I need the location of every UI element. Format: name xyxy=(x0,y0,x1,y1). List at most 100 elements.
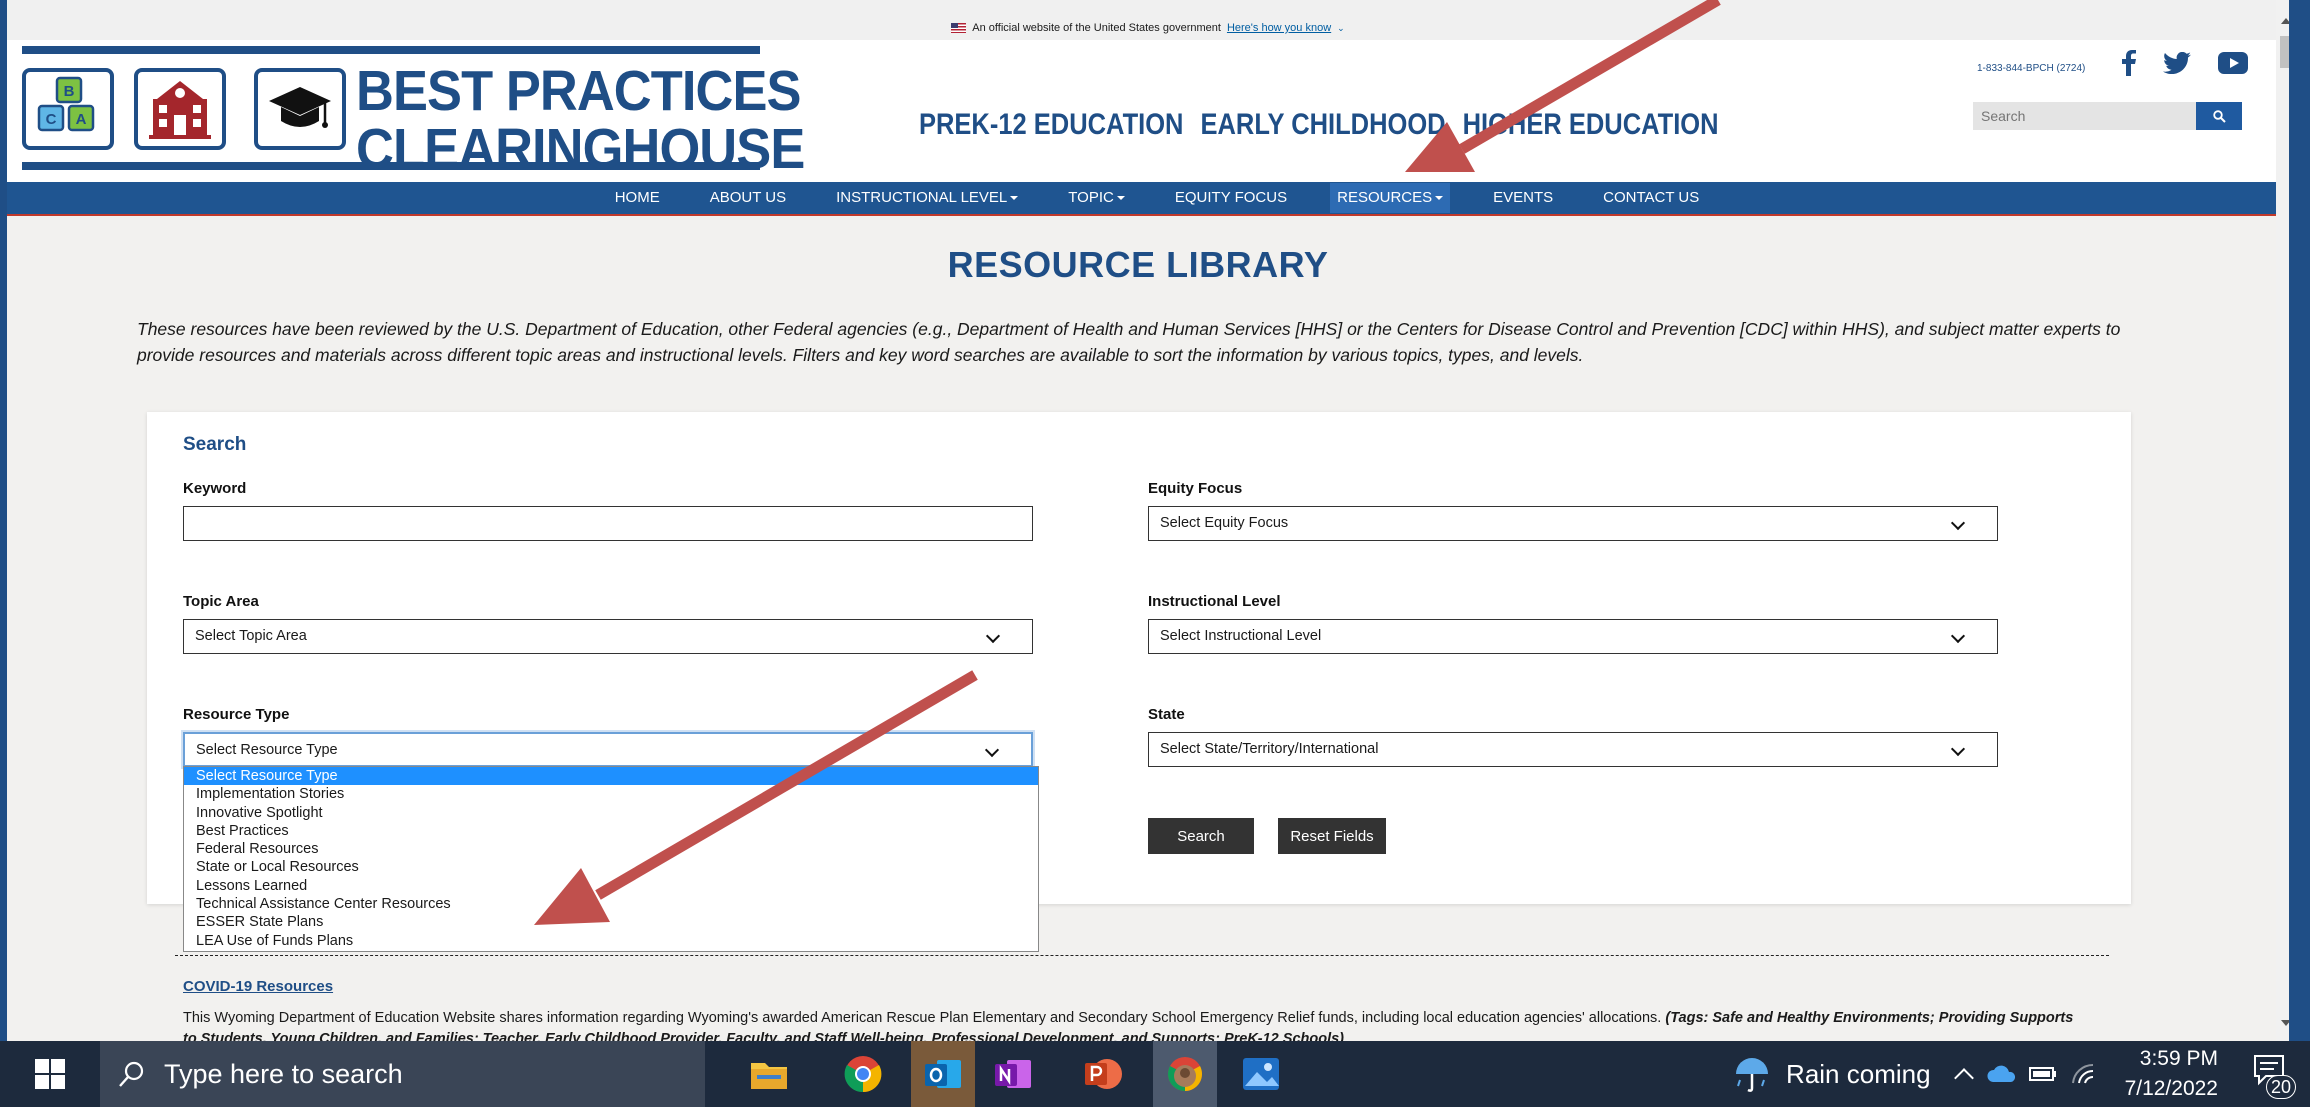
school-building-icon xyxy=(134,68,226,150)
resource-type-label: Resource Type xyxy=(183,706,290,723)
taskbar-search-placeholder: Type here to search xyxy=(164,1058,403,1089)
nav-resources-label: RESOURCES xyxy=(1337,189,1433,206)
outlook-icon[interactable] xyxy=(911,1041,975,1107)
search-card-title: Search xyxy=(183,434,247,455)
nav-equity-focus[interactable]: EQUITY FOCUS xyxy=(1150,183,1312,213)
us-flag-icon xyxy=(951,23,967,33)
search-button[interactable]: Search xyxy=(1148,818,1254,854)
battery-icon[interactable] xyxy=(2028,1066,2057,1082)
blocks-icon: B C A xyxy=(22,68,114,150)
search-icon xyxy=(2212,109,2226,123)
dropdown-option[interactable]: Implementation Stories xyxy=(184,785,1038,803)
nav-resources[interactable]: RESOURCES xyxy=(1330,183,1451,213)
windows-start-icon[interactable] xyxy=(0,1041,100,1107)
keyword-label: Keyword xyxy=(183,480,247,497)
dropdown-option[interactable]: State or Local Resources xyxy=(184,858,1038,876)
level-links: PREK-12 EDUCATION EARLY CHILDHOOD HIGHER… xyxy=(919,108,1719,142)
page-intro: These resources have been reviewed by th… xyxy=(137,319,2121,365)
page-title: RESOURCE LIBRARY xyxy=(947,244,1329,285)
chrome-profile-icon[interactable] xyxy=(1153,1041,1217,1107)
onedrive-icon[interactable] xyxy=(1985,1064,2017,1084)
result-description: This Wyoming Department of Education Web… xyxy=(183,1008,2083,1041)
search-icon xyxy=(119,1061,144,1087)
topic-area-label: Topic Area xyxy=(183,593,259,610)
equity-focus-select[interactable]: Select Equity Focus xyxy=(1148,506,1998,541)
logo-line2: CLEARINGHOUSE xyxy=(356,117,805,181)
svg-text:A: A xyxy=(76,111,87,128)
nav-home[interactable]: HOME xyxy=(590,183,685,213)
powerpoint-icon[interactable] xyxy=(1071,1041,1135,1107)
nav-contact-label: CONTACT US xyxy=(1603,189,1700,206)
dropdown-option[interactable]: Select Resource Type xyxy=(184,767,1038,786)
equity-focus-value: Select Equity Focus xyxy=(1160,515,1289,531)
photos-icon[interactable] xyxy=(1229,1041,1293,1107)
caret-down-icon xyxy=(1010,196,1019,201)
youtube-icon[interactable] xyxy=(2218,48,2248,78)
dropdown-option[interactable]: LEA Use of Funds Plans xyxy=(184,932,1038,950)
file-explorer-icon[interactable] xyxy=(737,1041,801,1107)
facebook-icon[interactable] xyxy=(2114,48,2144,78)
phone-number[interactable]: 1-833-844-BPCH (2724) xyxy=(1977,63,2085,74)
browser-top-strip xyxy=(7,0,2289,16)
scroll-up-arrow-icon[interactable] xyxy=(2281,18,2289,24)
nav-instructional-level[interactable]: INSTRUCTIONAL LEVEL xyxy=(811,183,1043,213)
chevron-down-icon xyxy=(985,628,1001,644)
page-scrollbar[interactable] xyxy=(2276,0,2289,1041)
result-title-link[interactable]: COVID-19 Resources xyxy=(183,978,333,995)
level-higher-education-link[interactable]: HIGHER EDUCATION xyxy=(1463,108,1719,142)
umbrella-icon xyxy=(1736,1058,1769,1092)
browser-viewport: An official website of the United States… xyxy=(7,0,2289,1041)
dropdown-option[interactable]: Best Practices xyxy=(184,822,1038,840)
topic-area-value: Select Topic Area xyxy=(195,628,307,644)
site-search-button[interactable] xyxy=(2196,102,2242,130)
dropdown-option[interactable]: Federal Resources xyxy=(184,840,1038,858)
resource-type-select[interactable]: Select Resource Type xyxy=(183,732,1033,767)
chrome-icon[interactable] xyxy=(831,1041,895,1107)
wifi-icon[interactable] xyxy=(2071,1063,2097,1085)
onenote-icon[interactable] xyxy=(981,1041,1045,1107)
nav-instructional-label: INSTRUCTIONAL LEVEL xyxy=(836,189,1008,206)
gov-banner-text: An official website of the United States… xyxy=(972,22,1221,34)
nav-topic[interactable]: TOPIC xyxy=(1043,183,1150,213)
nav-about-us[interactable]: ABOUT US xyxy=(685,183,811,213)
keyword-input[interactable] xyxy=(183,506,1033,541)
level-early-childhood-link[interactable]: EARLY CHILDHOOD xyxy=(1200,108,1445,142)
chevron-down-icon[interactable]: ⌄ xyxy=(1337,23,1345,34)
state-select[interactable]: Select State/Territory/International xyxy=(1148,732,1998,767)
chevron-down-icon xyxy=(984,742,1000,758)
state-label: State xyxy=(1148,706,1185,723)
nav-contact-us[interactable]: CONTACT US xyxy=(1578,183,1724,213)
clock-date: 7/12/2022 xyxy=(2124,1077,2218,1100)
notification-center-icon[interactable]: 20 xyxy=(2248,1049,2296,1099)
svg-text:C: C xyxy=(46,111,57,128)
site-logo[interactable]: B C A BEST PRACTICES CLEARINGHOUSE xyxy=(22,46,805,178)
weather-widget[interactable]: Rain coming xyxy=(1732,1054,1931,1094)
dropdown-option[interactable]: Lessons Learned xyxy=(184,877,1038,895)
results-divider xyxy=(175,955,2109,956)
instructional-level-value: Select Instructional Level xyxy=(1160,628,1322,644)
topic-area-select[interactable]: Select Topic Area xyxy=(183,619,1033,654)
gov-banner-link[interactable]: Here's how you know xyxy=(1227,22,1331,34)
reset-fields-button[interactable]: Reset Fields xyxy=(1278,818,1386,854)
nav-events[interactable]: EVENTS xyxy=(1468,183,1578,213)
dropdown-option[interactable]: Technical Assistance Center Resources xyxy=(184,895,1038,913)
notification-count: 20 xyxy=(2265,1075,2296,1099)
weather-text: Rain coming xyxy=(1786,1058,1931,1089)
dropdown-option[interactable]: ESSER State Plans xyxy=(184,913,1038,931)
resource-type-dropdown: Select Resource Type Implementation Stor… xyxy=(183,766,1039,952)
clock[interactable]: 3:59 PM 7/12/2022 xyxy=(2125,1044,2218,1104)
taskbar-search[interactable]: Type here to search xyxy=(100,1041,705,1107)
nav-topic-label: TOPIC xyxy=(1068,189,1114,206)
twitter-icon[interactable] xyxy=(2162,48,2192,78)
dropdown-option[interactable]: Innovative Spotlight xyxy=(184,804,1038,822)
logo-top-bar xyxy=(22,46,760,54)
windows-taskbar: Type here to search Rain coming 3:59 PM … xyxy=(0,1041,2310,1107)
site-search-input[interactable] xyxy=(1973,102,2196,130)
scroll-down-arrow-icon[interactable] xyxy=(2281,1020,2289,1026)
scroll-thumb[interactable] xyxy=(2280,36,2289,68)
level-prek12-link[interactable]: PREK-12 EDUCATION xyxy=(919,108,1183,142)
instructional-level-select[interactable]: Select Instructional Level xyxy=(1148,619,1998,654)
chevron-up-icon[interactable] xyxy=(1953,1068,1974,1088)
nav-home-label: HOME xyxy=(614,189,660,206)
chevron-down-icon xyxy=(1950,741,1966,757)
